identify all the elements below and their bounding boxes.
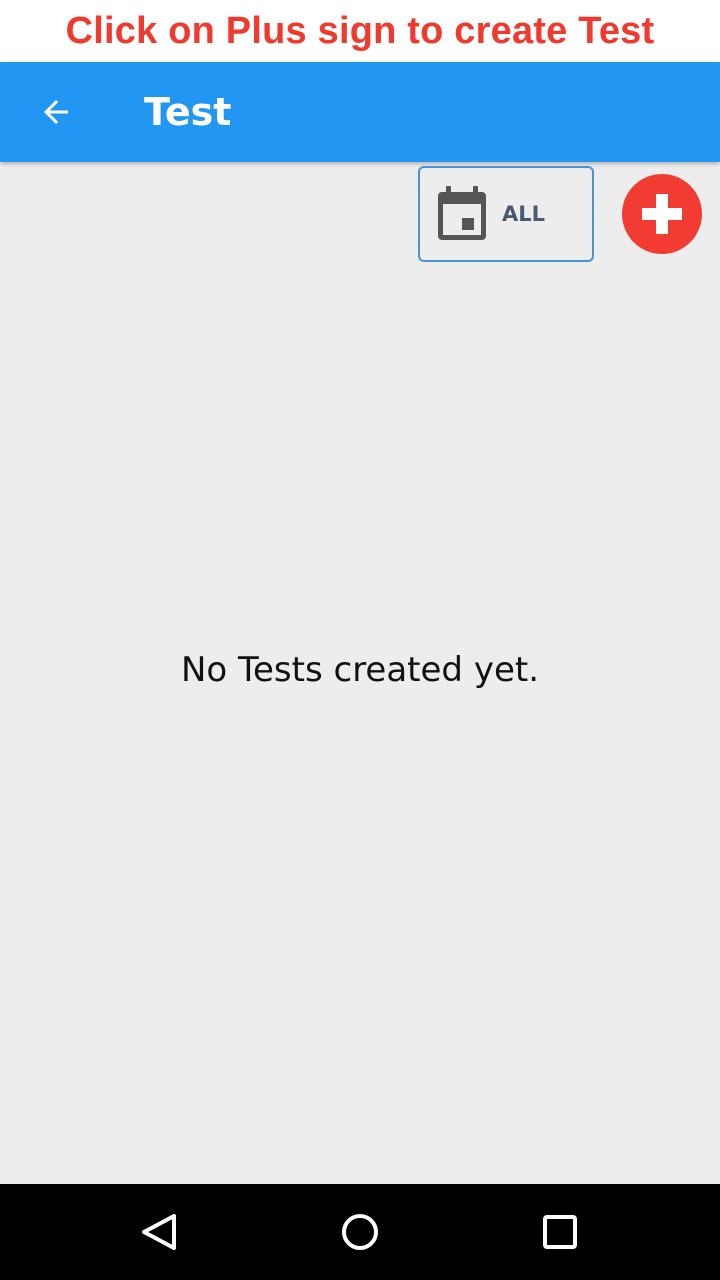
arrow-left-icon xyxy=(44,100,68,124)
filter-label: ALL xyxy=(502,202,546,226)
triangle-back-icon xyxy=(142,1214,176,1250)
square-recents-icon xyxy=(543,1215,577,1249)
nav-home-button[interactable] xyxy=(330,1202,390,1262)
app-bar: Test xyxy=(0,62,720,162)
instruction-banner: Click on Plus sign to create Test xyxy=(0,0,720,62)
date-filter-button[interactable]: ALL xyxy=(418,166,594,262)
circle-home-icon xyxy=(342,1214,378,1250)
calendar-icon xyxy=(438,186,486,240)
empty-state-message: No Tests created yet. xyxy=(180,650,539,690)
nav-recents-button[interactable] xyxy=(530,1202,590,1262)
system-nav-bar xyxy=(0,1184,720,1280)
back-button[interactable] xyxy=(28,84,84,140)
add-test-button[interactable] xyxy=(622,174,702,254)
nav-back-button[interactable] xyxy=(130,1202,190,1262)
plus-icon xyxy=(642,194,682,234)
page-title: Test xyxy=(144,90,232,134)
banner-text: Click on Plus sign to create Test xyxy=(65,9,655,52)
